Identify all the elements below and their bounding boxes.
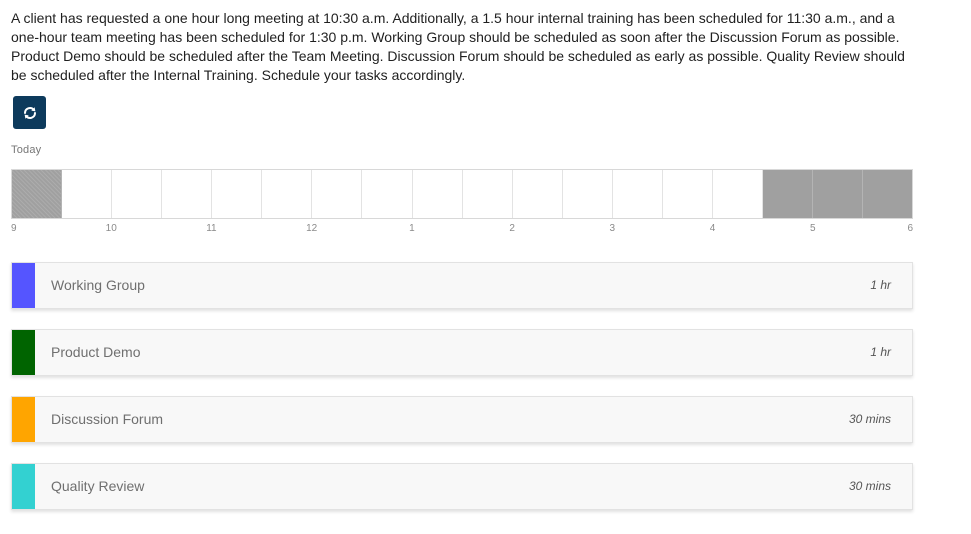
hour-label: 6 [907, 223, 913, 234]
hour-label: 11 [206, 223, 217, 234]
timeline-slot-open[interactable] [412, 170, 463, 218]
timeline-slot-blocked [813, 170, 864, 218]
timeline-slot-open[interactable] [262, 170, 313, 218]
timeline-slot-blocked [863, 170, 913, 218]
task-card[interactable]: Product Demo 1 hr [11, 329, 913, 376]
hour-label: 1 [409, 223, 415, 234]
task-color-swatch [12, 464, 35, 509]
refresh-icon [22, 105, 38, 121]
hour-label: 10 [105, 223, 117, 234]
timeline-slot-open[interactable] [562, 170, 613, 218]
task-duration: 30 mins [848, 479, 891, 493]
hour-label: 3 [609, 223, 616, 234]
task-duration: 30 mins [848, 412, 891, 426]
timeline-slot-open[interactable] [512, 170, 563, 218]
task-duration: 1 hr [870, 278, 891, 292]
timeline-slot-open[interactable] [312, 170, 363, 218]
timeline-slot-open[interactable] [212, 170, 263, 218]
task-instructions: A client has requested a one hour long m… [11, 10, 905, 83]
timeline-slot-open[interactable] [462, 170, 513, 218]
task-duration: 1 hr [870, 345, 891, 359]
hour-label: 4 [709, 223, 716, 234]
task-list: Working Group 1 hr Product Demo 1 hr Discuss… [11, 262, 913, 530]
task-name: Discussion Forum [51, 411, 164, 427]
timeline-slot-open[interactable] [162, 170, 213, 218]
schedule-timeline[interactable] [11, 169, 913, 219]
task-color-swatch [12, 330, 35, 375]
hour-label: 2 [509, 223, 515, 234]
timeline-slot-open[interactable] [612, 170, 663, 218]
task-card[interactable]: Quality Review 30 mins [11, 463, 913, 510]
task-card[interactable]: Working Group 1 hr [11, 262, 913, 309]
task-color-swatch [12, 263, 35, 308]
timeline-slot-open[interactable] [662, 170, 713, 218]
timeline-slot-blocked [12, 170, 63, 218]
timeline-hour-labels: 9 10 11 12 1 2 3 4 5 6 [11, 223, 913, 237]
task-card[interactable]: Discussion Forum 30 mins [11, 396, 913, 443]
refresh-button[interactable] [13, 96, 46, 129]
task-name: Working Group [51, 277, 145, 293]
task-name: Product Demo [51, 344, 141, 360]
timeline-slot-open[interactable] [112, 170, 163, 218]
hour-label: 12 [306, 223, 318, 234]
timeline-slot-open[interactable] [62, 170, 113, 218]
timeline-slot-open[interactable] [362, 170, 413, 218]
timeline-slot-blocked [762, 170, 813, 218]
task-color-swatch [12, 397, 35, 442]
task-name: Quality Review [51, 478, 145, 494]
day-label: Today [11, 144, 42, 156]
hour-label: 5 [809, 223, 816, 234]
hour-label: 9 [11, 223, 17, 234]
timeline-slot-open[interactable] [712, 170, 763, 218]
